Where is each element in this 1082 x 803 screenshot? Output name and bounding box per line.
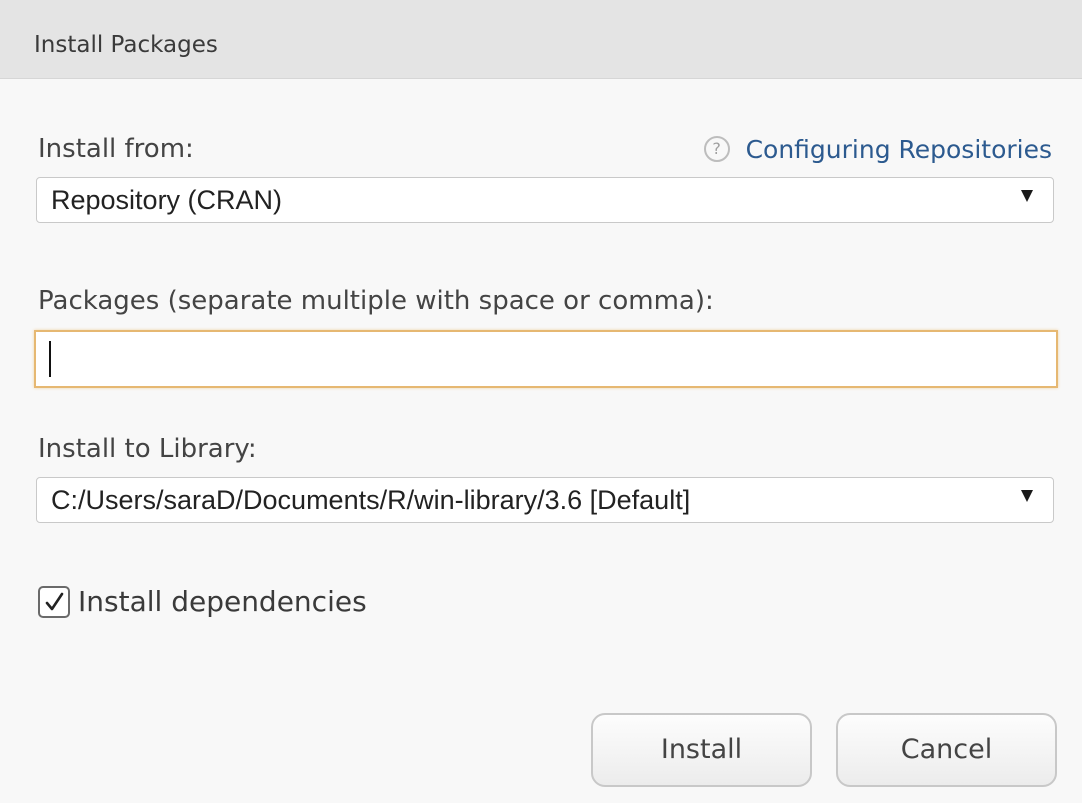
install-from-select[interactable]: Repository (CRAN): [36, 177, 1054, 223]
install-from-value: Repository (CRAN): [51, 185, 283, 215]
dialog-title: Install Packages: [34, 32, 218, 58]
text-caret: [49, 341, 51, 377]
cancel-button[interactable]: Cancel: [836, 713, 1057, 787]
configuring-repositories-text: Configuring Repositories: [745, 134, 1052, 164]
install-packages-dialog: Install Packages Install from: ? Configu…: [0, 0, 1082, 803]
checkmark-icon: [45, 592, 64, 611]
install-dependencies-checkbox[interactable]: [38, 586, 70, 618]
install-to-library-label: Install to Library:: [38, 434, 257, 464]
install-from-label: Install from:: [38, 134, 194, 164]
library-select[interactable]: C:/Users/saraD/Documents/R/win-library/3…: [36, 477, 1054, 523]
packages-input[interactable]: [34, 330, 1058, 388]
packages-label: Packages (separate multiple with space o…: [38, 286, 714, 316]
dialog-titlebar[interactable]: Install Packages: [0, 0, 1082, 79]
dropdown-arrow-icon: [1021, 190, 1033, 202]
install-button[interactable]: Install: [591, 713, 812, 787]
install-dependencies-label: Install dependencies: [78, 585, 367, 618]
dropdown-arrow-icon: [1021, 490, 1033, 502]
library-value: C:/Users/saraD/Documents/R/win-library/3…: [51, 485, 691, 515]
configuring-repositories-link[interactable]: ? Configuring Repositories: [703, 132, 1052, 166]
install-dependencies-option[interactable]: Install dependencies: [38, 583, 367, 621]
question-circle-icon: ?: [703, 136, 730, 162]
